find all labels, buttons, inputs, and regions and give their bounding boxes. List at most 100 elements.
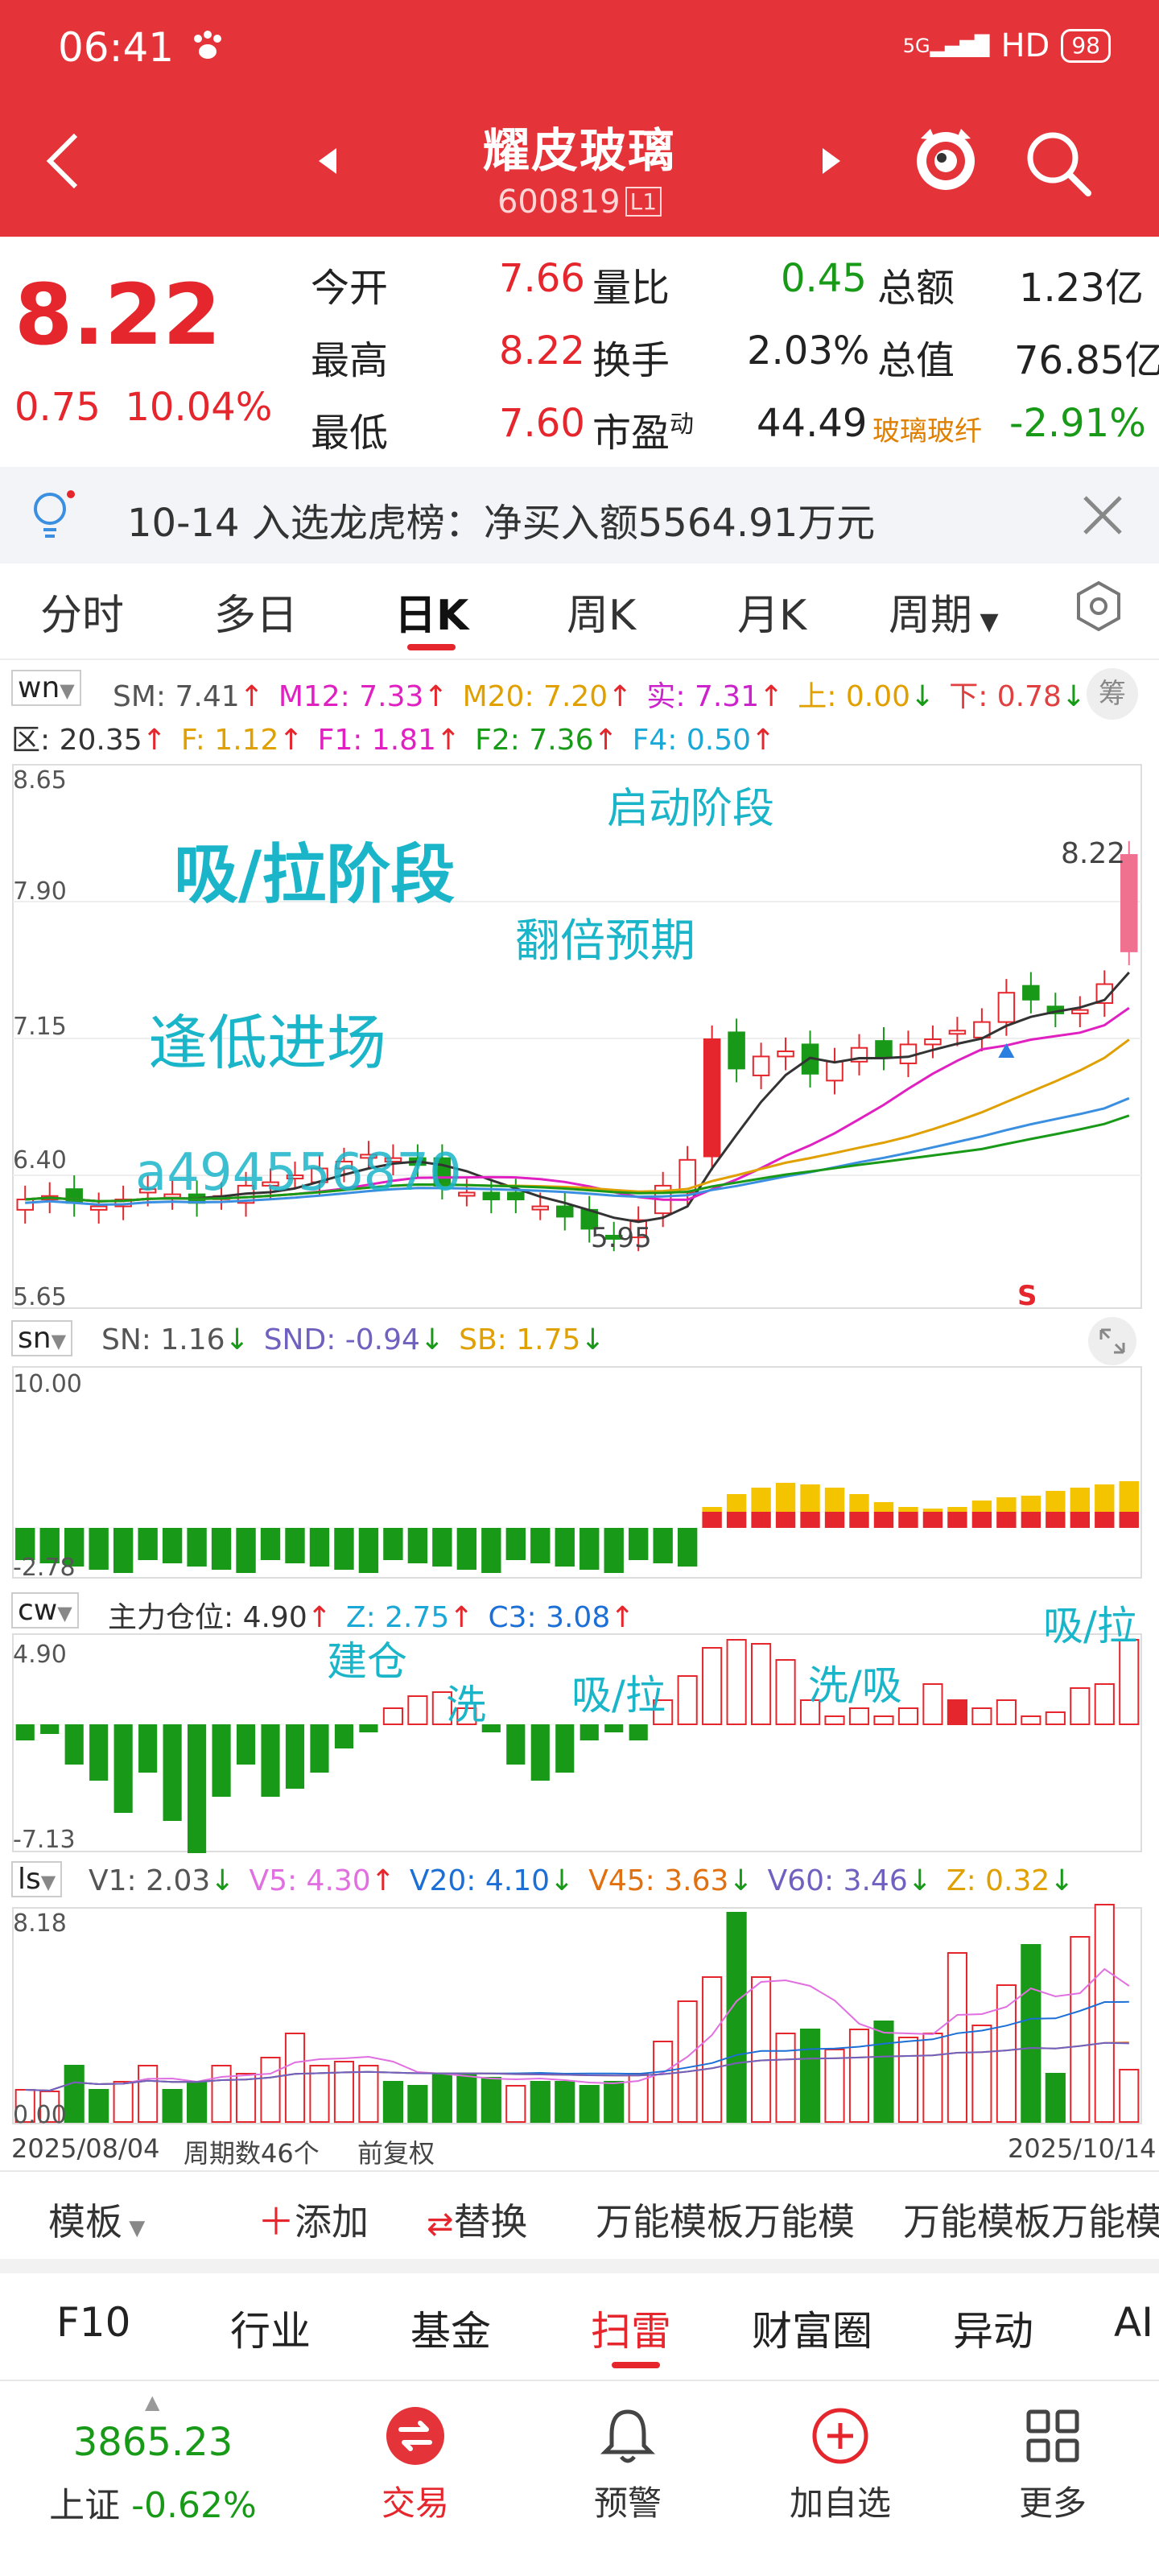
date-start: 2025/08/04 <box>11 2133 160 2164</box>
cw-bar <box>163 1724 182 1821</box>
nav-caifuquan[interactable]: 财富圈 <box>752 2299 872 2357</box>
indicator-select-cw[interactable]: cw▼ <box>11 1592 79 1629</box>
annotation-jiancang: 建仓 <box>327 1638 407 1685</box>
replace-button[interactable]: ⇄替换 <box>427 2193 528 2246</box>
sn-bar-yellow <box>849 1494 869 1512</box>
cw-bar <box>1070 1687 1091 1725</box>
index-name: 上证 <box>49 2485 121 2526</box>
index-value[interactable]: 3865.23 <box>48 2420 258 2465</box>
nav-fund[interactable]: 基金 <box>410 2299 491 2357</box>
add-label: 添加 <box>295 2200 369 2244</box>
volume-bar <box>1070 1936 1091 2123</box>
sn-indicator-line: SN: 1.16↓ SND: -0.94↓ SB: 1.75↓ <box>101 1323 620 1356</box>
expand-icon[interactable] <box>1087 1315 1138 1367</box>
bell-icon[interactable] <box>596 2404 660 2468</box>
replace-icon: ⇄ <box>427 2206 454 2243</box>
arrow-up-icon: ↑ <box>449 1601 474 1634</box>
nav-f10[interactable]: F10 <box>56 2299 130 2346</box>
volume-bar <box>799 2029 821 2123</box>
indicator-value: Z: 0.32↓ <box>946 1864 1074 1897</box>
volume-bar <box>187 2081 208 2123</box>
index-info[interactable]: 上证 -0.62% <box>48 2476 258 2528</box>
chevron-down-icon: ▼ <box>57 1602 72 1624</box>
volume-bar <box>211 2065 232 2123</box>
cw-bar <box>580 1724 599 1740</box>
annotation-xila: 吸/拉阶段 <box>174 837 456 912</box>
cw-bar <box>506 1724 526 1765</box>
sn-bar-yellow <box>702 1507 722 1512</box>
volume-bar <box>1094 1904 1115 2123</box>
sn-bar-yellow <box>898 1507 918 1512</box>
sn-bar <box>1095 1512 1115 1528</box>
collapse-up-icon[interactable]: ▲ <box>145 2391 159 2413</box>
sn-bar <box>580 1528 600 1570</box>
template-item-1[interactable]: 万能模板万能模 <box>596 2193 855 2246</box>
sn-bar <box>530 1528 551 1563</box>
sn-bar <box>211 1528 232 1570</box>
sn-bar <box>285 1528 305 1563</box>
template-label: 模板 <box>48 2200 122 2244</box>
template-item-2[interactable]: 万能模板万能模 <box>903 2193 1159 2246</box>
sn-bar <box>1021 1512 1041 1528</box>
indicator-select-ls[interactable]: ls▼ <box>11 1861 63 1897</box>
cw-bar <box>971 1707 992 1725</box>
more-label[interactable]: 更多 <box>988 2476 1117 2525</box>
sn-bar-yellow <box>824 1488 845 1512</box>
more-grid-icon[interactable] <box>1021 2404 1085 2468</box>
sn-bar <box>309 1528 330 1567</box>
alert-label[interactable]: 预警 <box>563 2476 692 2525</box>
cw-bar <box>138 1724 158 1773</box>
sn-bar <box>751 1512 771 1528</box>
sn-bar <box>849 1512 869 1528</box>
nav-ai[interactable]: AI <box>1114 2299 1153 2346</box>
sn-bar <box>358 1528 379 1573</box>
add-button[interactable]: ＋添加 <box>258 2193 369 2246</box>
divider <box>0 2380 1159 2381</box>
volume-bar <box>113 2081 134 2123</box>
arrow-down-icon: ↓ <box>419 1323 445 1356</box>
sn-bar <box>1046 1512 1066 1528</box>
candle-body <box>16 1199 34 1211</box>
volume-bar <box>922 2033 943 2123</box>
volume-bar <box>1045 2073 1066 2123</box>
cw-bar <box>555 1724 575 1773</box>
axis-label: 8.18 <box>13 1909 67 1938</box>
trade-label[interactable]: 交易 <box>351 2476 480 2525</box>
sn-bar <box>996 1512 1017 1528</box>
cw-bar <box>604 1724 624 1732</box>
indicator-value: V45: 3.63↓ <box>588 1864 753 1897</box>
app-root: 06:41 5G▂▄▆█ HD 98 耀皮玻璃 600819 L1 8.22 0.… <box>0 0 1159 2576</box>
volume-bar <box>996 1984 1017 2123</box>
axis-label: 0.00 <box>13 2101 67 2129</box>
cw-bar <box>236 1724 256 1765</box>
axis-label: 7.15 <box>13 1013 67 1041</box>
cw-bar <box>947 1699 967 1725</box>
volume-bar <box>873 2021 894 2123</box>
candle-body <box>1022 985 1040 1001</box>
template-dropdown[interactable]: 模板 ▼ <box>48 2193 145 2246</box>
sn-bar <box>162 1528 183 1563</box>
cw-bar <box>212 1724 231 1797</box>
axis-label: 6.40 <box>13 1146 67 1174</box>
sn-bar <box>113 1528 134 1573</box>
indicator-value: C3: 3.08↑ <box>488 1601 635 1634</box>
cw-bar <box>629 1724 648 1740</box>
indicator-select-sn[interactable]: sn▼ <box>11 1320 73 1356</box>
nav-saolei[interactable]: 扫雷 <box>591 2299 671 2357</box>
cw-bar <box>359 1724 378 1732</box>
sn-bar-yellow <box>775 1483 796 1512</box>
add-watchlist-icon[interactable] <box>808 2404 872 2468</box>
trade-icon[interactable] <box>383 2404 448 2468</box>
adjust-mode[interactable]: 前复权 <box>357 2133 435 2170</box>
nav-industry[interactable]: 行业 <box>230 2299 311 2357</box>
candle-body <box>507 1191 525 1201</box>
nav-yidong[interactable]: 异动 <box>953 2299 1033 2357</box>
cw-bar <box>261 1724 280 1797</box>
axis-label: 10.00 <box>13 1370 82 1398</box>
volume-bar <box>235 2073 257 2123</box>
cw-bar <box>1045 1711 1066 1725</box>
cw-bar <box>310 1724 329 1773</box>
cw-bar <box>64 1724 84 1765</box>
add-watchlist-label[interactable]: 加自选 <box>768 2476 913 2525</box>
annotation-qidong: 启动阶段 <box>607 785 775 833</box>
